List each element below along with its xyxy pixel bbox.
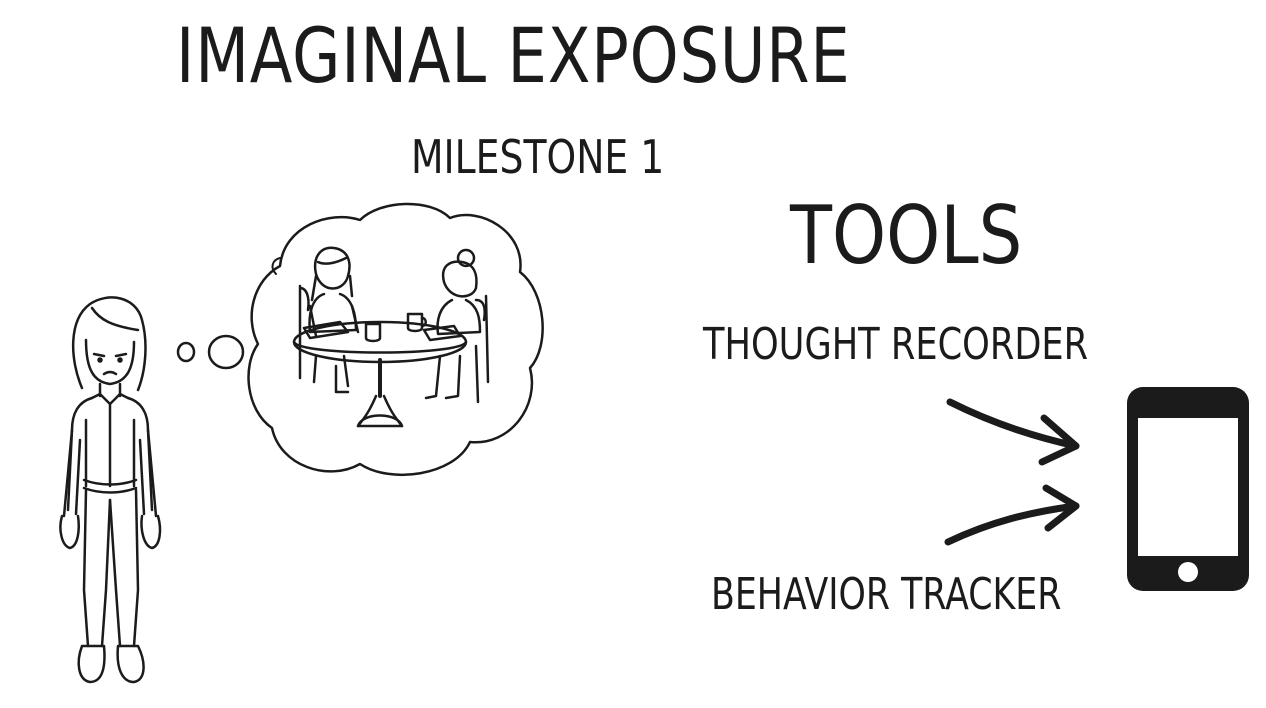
tool-behavior-tracker: BEHAVIOR TRACKER: [711, 569, 1062, 620]
arrow-icon-upper: [946, 398, 1080, 466]
tools-heading: TOOLS: [790, 189, 1023, 282]
sad-person-illustration: [59, 296, 162, 684]
slide-title: IMAGINAL EXPOSURE: [176, 11, 851, 100]
arrow-icon-lower: [944, 484, 1080, 546]
thought-bubble-icon: [247, 202, 544, 476]
slide-subtitle: MILESTONE 1: [411, 130, 665, 184]
tool-thought-recorder: THOUGHT RECORDER: [703, 319, 1089, 370]
smartphone-icon: [1127, 387, 1249, 591]
